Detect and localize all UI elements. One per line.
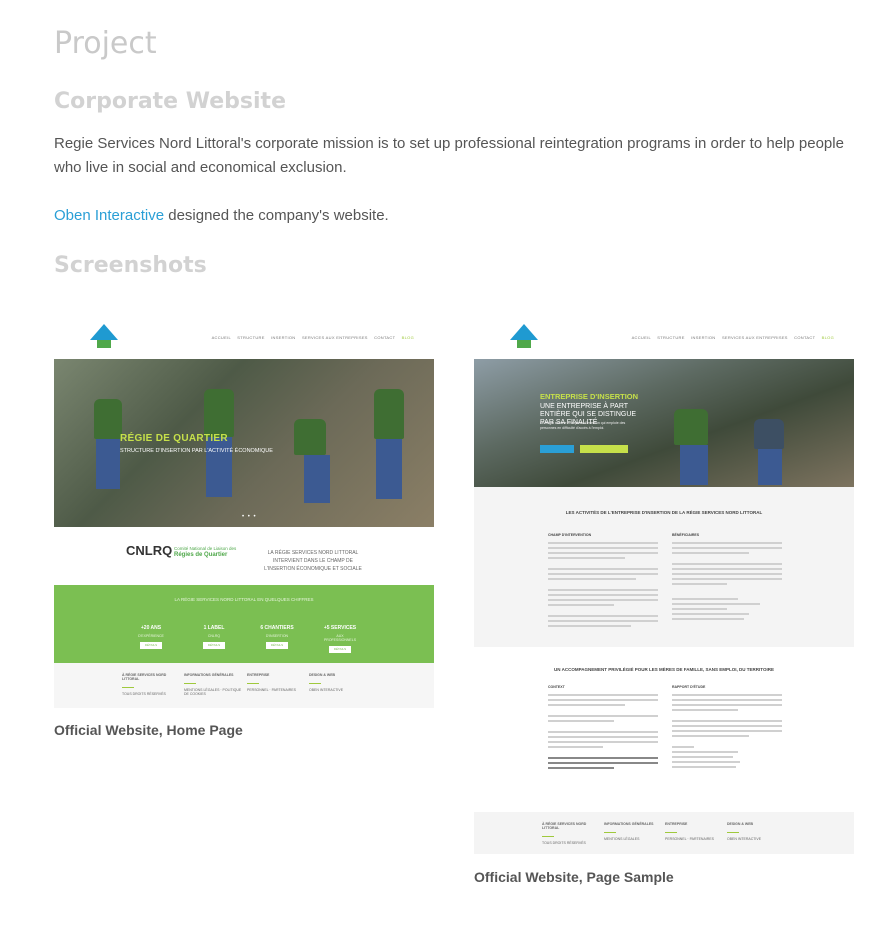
stat-item: +5 SERVICES AUX PROFESSIONNELS DÉTAILS (323, 625, 357, 653)
stat-item: 6 CHANTIERS D'INSERTION DÉTAILS (260, 625, 294, 649)
page-title: Project (54, 26, 157, 61)
hero-image: ENTREPRISE D'INSERTION UNE ENTREPRISE À … (474, 359, 854, 487)
worker-figure (94, 399, 122, 439)
worker-figure (376, 439, 402, 499)
screenshot-home-page[interactable]: ACCUEIL STRUCTURE INSERTION SERVICES AUX… (54, 318, 434, 708)
text-column: BÉNÉFICIAIRES (672, 533, 782, 623)
screenshot-caption: Official Website, Page Sample (474, 869, 674, 885)
credit-paragraph: Oben Interactive designed the company's … (54, 204, 389, 228)
worker-figure (674, 409, 708, 445)
nav-item: CONTACT (794, 335, 816, 340)
worker-figure (294, 419, 326, 455)
nav-menu: ACCUEIL STRUCTURE INSERTION SERVICES AUX… (627, 335, 834, 340)
slider-dots: • • • (242, 514, 257, 520)
site-nav: ACCUEIL STRUCTURE INSERTION SERVICES AUX… (474, 318, 854, 359)
nav-item: INSERTION (271, 335, 296, 340)
footer-column: DESIGN & WEB OBEN INTERACTIVE (727, 822, 762, 841)
cnlrq-logo-text: Comité National de Liaison des Régies de… (174, 546, 237, 558)
nav-item: SERVICES AUX ENTREPRISES (721, 335, 788, 340)
nav-item: CONTACT (374, 335, 396, 340)
nav-item: STRUCTURE (237, 335, 265, 340)
content-section-support: UN ACCOMPAGNEMENT PRIVILÉGIÉ POUR LES MÈ… (474, 647, 854, 812)
stats-band: LA RÉGIE SERVICES NORD LITTORAL EN QUELQ… (54, 585, 434, 663)
site-logo-icon (90, 324, 118, 348)
worker-figure (754, 419, 784, 449)
cnlrq-band: CNLRQ Comité National de Liaison des Rég… (54, 527, 434, 585)
oben-interactive-link[interactable]: Oben Interactive (54, 207, 164, 224)
nav-item: SERVICES AUX ENTREPRISES (301, 335, 368, 340)
hero-button-secondary (580, 445, 628, 453)
text-column: CONTEXT (548, 685, 658, 772)
nav-menu: ACCUEIL STRUCTURE INSERTION SERVICES AUX… (207, 335, 414, 340)
worker-figure (680, 445, 708, 485)
text-column: CHAMP D'INTERVENTION (548, 533, 658, 630)
credit-text: designed the company's website. (164, 207, 389, 224)
nav-item: INSERTION (691, 335, 716, 340)
section-heading-screenshots: Screenshots (54, 253, 207, 278)
site-footer: À RÉGIE SERVICES NORD LITTORAL TOUS DROIT… (54, 663, 434, 708)
screenshot-caption: Official Website, Home Page (54, 722, 243, 738)
nav-item: BLOG (821, 335, 834, 340)
worker-figure (206, 437, 232, 497)
worker-figure (758, 449, 782, 485)
footer-column: INFORMATIONS GÉNÉRALES MENTIONS LÉGALES ·… (184, 673, 242, 696)
hero-title: RÉGIE DE QUARTIER (120, 433, 228, 444)
hero-title: ENTREPRISE D'INSERTION (540, 392, 639, 401)
stats-title: LA RÉGIE SERVICES NORD LITTORAL EN QUELQ… (174, 597, 314, 602)
footer-column: À RÉGIE SERVICES NORD LITTORAL TOUS DROIT… (542, 822, 587, 845)
hero-text: Le Régie est une entreprise d'insertion … (540, 421, 626, 430)
screenshot-page-sample[interactable]: ACCUEIL STRUCTURE INSERTION SERVICES AUX… (474, 318, 854, 854)
site-logo-icon (510, 324, 538, 348)
section-title: LES ACTIVITÉS DE L'ENTREPRISE D'INSERTIO… (565, 510, 763, 515)
footer-column: ENTREPRISE PERSONNEL · PARTENAIRES (665, 822, 714, 841)
intro-paragraph: Regie Services Nord Littoral's corporate… (54, 135, 844, 176)
nav-item: ACCUEIL (211, 335, 231, 340)
stat-item: +20 ANS D'EXPÉRIENCE DÉTAILS (138, 625, 164, 649)
footer-column: ENTREPRISE PERSONNEL · PARTENAIRES (247, 673, 296, 692)
nav-item: STRUCTURE (657, 335, 685, 340)
footer-column: INFORMATIONS GÉNÉRALES MENTIONS LÉGALES (604, 822, 654, 841)
stat-item: 1 LABEL CNLRQ DÉTAILS (203, 625, 225, 649)
worker-figure (204, 389, 234, 437)
text-column: RAPPORT D'ÉTUDE (672, 685, 782, 771)
nav-item: ACCUEIL (631, 335, 651, 340)
hero-button-primary (540, 445, 574, 453)
nav-item: BLOG (401, 335, 414, 340)
footer-column: DESIGN & WEB OBEN INTERACTIVE (309, 673, 344, 692)
cnlrq-logo: CNLRQ (126, 543, 173, 558)
worker-figure (304, 455, 330, 503)
hero-subtitle: STRUCTURE D'INSERTION PAR L'ACTIVITÉ ÉCO… (120, 448, 273, 454)
cnlrq-description: LA RÉGIE SERVICES NORD LITTORAL INTERVIE… (264, 550, 362, 572)
content-section-activities: LES ACTIVITÉS DE L'ENTREPRISE D'INSERTIO… (474, 487, 854, 647)
site-nav: ACCUEIL STRUCTURE INSERTION SERVICES AUX… (54, 318, 434, 359)
section-heading-corporate-website: Corporate Website (54, 89, 286, 114)
footer-column: À RÉGIE SERVICES NORD LITTORAL TOUS DROIT… (122, 673, 167, 696)
hero-image: RÉGIE DE QUARTIER STRUCTURE D'INSERTION … (54, 359, 434, 527)
section-title: UN ACCOMPAGNEMENT PRIVILÉGIÉ POUR LES MÈ… (554, 667, 774, 672)
worker-figure (96, 439, 120, 489)
site-footer: À RÉGIE SERVICES NORD LITTORAL TOUS DROIT… (474, 812, 854, 854)
worker-figure (374, 389, 404, 439)
